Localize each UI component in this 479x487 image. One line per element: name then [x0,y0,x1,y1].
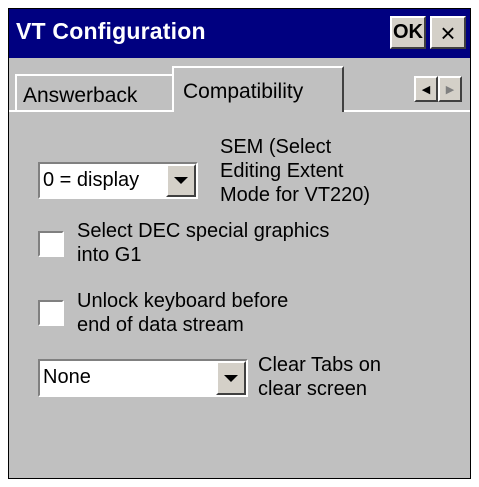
chevron-down-icon [224,374,238,382]
tab-compatibility[interactable]: Compatibility [172,66,344,112]
title-bar: VT Configuration OK × [9,9,470,58]
sem-label-line2: Editing Extent [220,160,344,182]
sem-label-line1: SEM (Select [220,136,332,158]
unlock-keyboard-label-line2: end of data stream [77,314,244,336]
clear-tabs-select[interactable]: None [38,359,248,397]
clear-tabs-label-line2: clear screen [258,378,367,400]
clear-tabs-label-line1: Clear Tabs on [258,354,382,376]
dec-graphics-checkbox[interactable] [38,231,64,257]
unlock-keyboard-label-line1: Unlock keyboard before [77,290,289,312]
sem-label-line3: Mode for VT220) [220,184,371,206]
ok-button[interactable]: OK [390,16,426,49]
vt-configuration-dialog: VT Configuration OK × Answerback Compati… [8,8,471,479]
dec-graphics-label-line1: Select DEC special graphics [77,220,330,242]
tab-answerback[interactable]: Answerback [15,74,174,110]
clear-tabs-value: None [43,366,91,388]
clear-tabs-dropdown-button[interactable] [216,361,246,395]
unlock-keyboard-checkbox[interactable] [38,300,64,326]
clear-tabs-label: Clear Tabs on clear screen [258,353,381,401]
close-button[interactable]: × [430,16,466,49]
sem-mode-value: 0 = display [43,169,140,191]
window-title: VT Configuration [16,18,206,44]
sem-mode-dropdown-button[interactable] [166,164,196,197]
unlock-keyboard-label: Unlock keyboard before end of data strea… [77,289,288,337]
tab-scroll-left-button[interactable]: ◀ [414,76,438,102]
sem-label: SEM (Select Editing Extent Mode for VT22… [220,135,370,207]
chevron-down-icon [174,177,188,184]
tab-scroll-right-button[interactable]: ▶ [438,76,462,102]
dec-graphics-label: Select DEC special graphics into G1 [77,219,329,267]
sem-mode-select[interactable]: 0 = display [38,162,198,199]
dec-graphics-label-line2: into G1 [77,244,142,266]
tab-strip: Answerback Compatibility ◀ ▶ [9,58,470,118]
